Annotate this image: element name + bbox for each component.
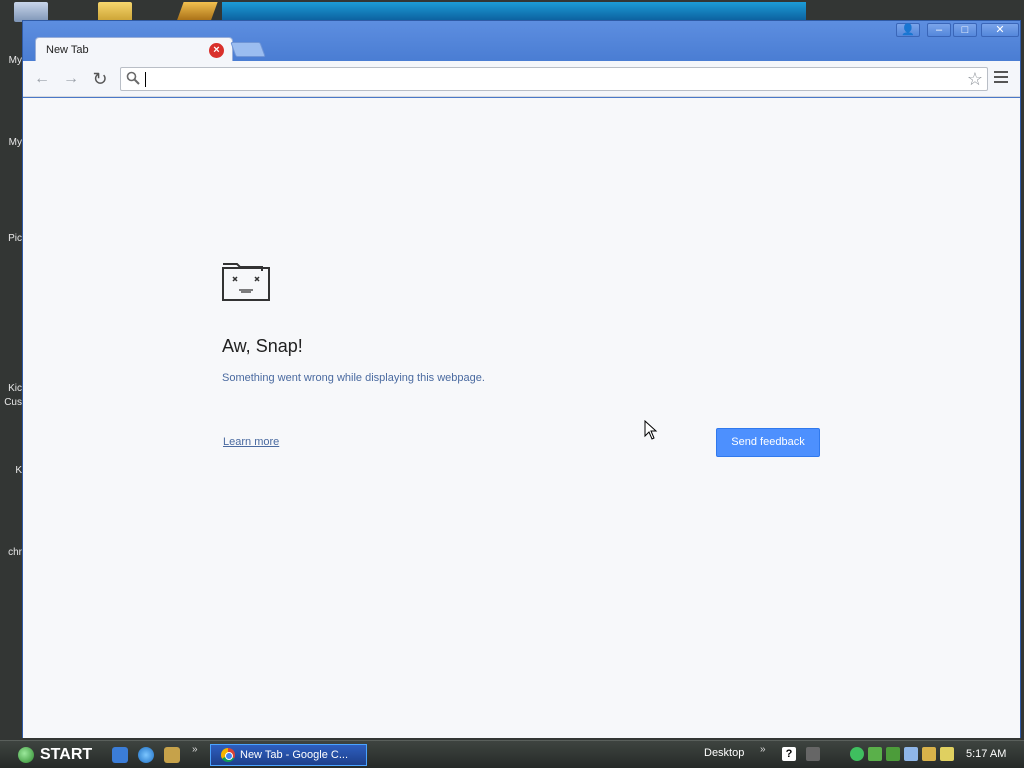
tray-network-icon[interactable] [806,747,820,761]
error-title: Aw, Snap! [222,336,303,356]
desktop-top-icons [0,0,1024,22]
taskbar-clock[interactable]: 5:17 AM [966,748,1006,760]
desktop-icon-label[interactable]: K [0,465,22,476]
quicklaunch-chevron-icon[interactable]: » [192,744,198,755]
desktop-icon-label[interactable]: My [0,55,22,66]
bookmark-star-icon[interactable]: ☆ [967,69,983,89]
sad-tab-icon [221,260,271,307]
desktop-banner-image [222,2,806,22]
browser-toolbar: ← → ↻ ☆ [23,61,1020,97]
back-icon[interactable]: ← [32,69,52,89]
internet-explorer-icon[interactable] [138,747,154,763]
my-computer-icon[interactable] [14,2,48,22]
maximize-button[interactable]: □ [953,23,977,37]
start-orb-icon [18,747,34,763]
profile-icon[interactable]: 👤 [896,23,920,37]
mouse-cursor-icon [644,419,658,445]
send-feedback-button[interactable]: Send feedback [716,428,820,457]
tray-app-icon[interactable] [868,747,882,761]
tray-app-icon[interactable] [904,747,918,761]
start-button[interactable]: START [10,743,94,767]
desktop-icon-label[interactable]: Pic [0,233,22,244]
folder-icon[interactable] [98,2,132,22]
page-content: Aw, Snap! Something went wrong while dis… [23,98,1020,738]
error-description: Something went wrong while displaying th… [222,372,485,384]
tray-app-icon[interactable] [850,747,864,761]
tray-app-icon[interactable] [922,747,936,761]
help-icon[interactable]: ? [782,747,796,761]
chrome-icon [221,748,235,762]
omnibox[interactable]: ☆ [120,67,988,91]
new-tab-button[interactable] [230,42,266,57]
tray-app-icon[interactable] [940,747,954,761]
tab-close-icon[interactable]: × [209,43,224,58]
close-window-button[interactable]: ✕ [981,23,1019,37]
desktop-toolbar-chevron-icon[interactable]: » [760,744,766,755]
tab-title: New Tab [46,44,89,56]
desktop-icon-label[interactable]: Kic [0,383,22,394]
desktop-icon-label[interactable]: My [0,137,22,148]
browser-titlebar[interactable]: 👤 – □ ✕ New Tab × [23,21,1020,62]
forward-icon[interactable]: → [61,69,81,89]
omnibox-input[interactable] [143,70,953,88]
quicklaunch-desktop-icon[interactable] [112,747,128,763]
tray-app-icon[interactable] [886,747,900,761]
pencil-icon[interactable] [176,2,218,22]
browser-window: 👤 – □ ✕ New Tab × ← → ↻ ☆ Aw, Snap! Some… [22,20,1021,738]
minimize-button[interactable]: – [927,23,951,37]
desktop-toolbar-label[interactable]: Desktop [704,747,744,759]
desktop-icon-label[interactable]: Cus [0,397,22,408]
desktop-icon-label[interactable]: chr [0,547,22,558]
tab-new-tab[interactable]: New Tab × [35,37,233,62]
start-label: START [40,746,93,763]
text-caret [145,72,146,87]
taskbar-item-chrome[interactable]: New Tab - Google C... [210,744,367,766]
search-icon [125,71,141,87]
learn-more-link[interactable]: Learn more [223,436,279,448]
taskbar: START » New Tab - Google C... Desktop » … [0,740,1024,768]
chrome-menu-icon[interactable] [994,71,1008,85]
taskbar-item-label: New Tab - Google C... [240,749,349,761]
quicklaunch-app-icon[interactable] [164,747,180,763]
reload-icon[interactable]: ↻ [90,69,110,89]
